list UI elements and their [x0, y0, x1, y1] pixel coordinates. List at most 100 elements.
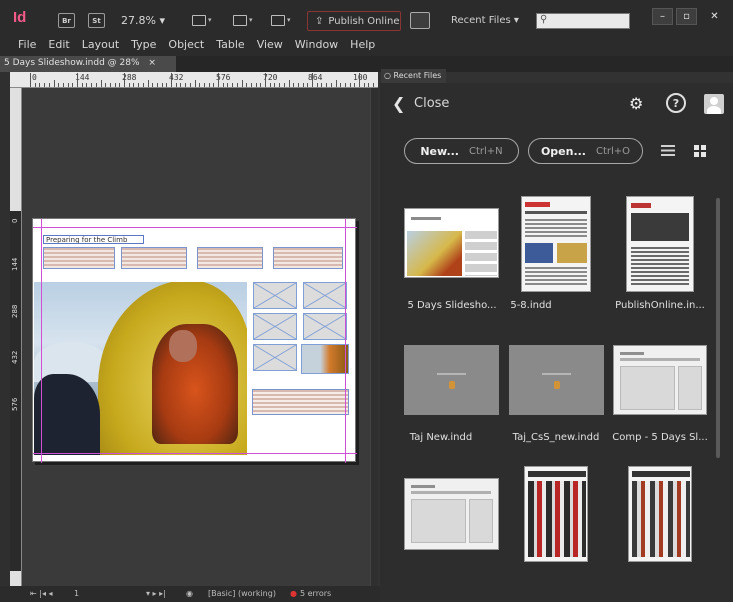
- file-thumbnail[interactable]: [404, 208, 499, 278]
- screen-mode-dropdown[interactable]: ▾: [233, 13, 253, 27]
- list-view-icon[interactable]: [661, 145, 675, 156]
- menu-table[interactable]: Table: [216, 38, 244, 56]
- body-text-frame[interactable]: [197, 247, 263, 269]
- ruler-tick: [312, 73, 313, 87]
- file-thumbnail[interactable]: [628, 466, 692, 562]
- body-text-frame[interactable]: [273, 247, 343, 269]
- headline-frame[interactable]: Preparing for the Climb: [43, 235, 144, 244]
- publish-dashboard-button[interactable]: [410, 12, 430, 29]
- page-nav-next-icon[interactable]: ▾ ▸ ▸|: [146, 589, 166, 598]
- file-thumbnail[interactable]: [626, 196, 694, 292]
- menu-help[interactable]: Help: [350, 38, 375, 56]
- ruler-tick: [363, 83, 365, 87]
- ruler-tick: [189, 83, 191, 87]
- gear-icon[interactable]: ⚙: [629, 94, 643, 113]
- vertical-ruler[interactable]: 0 144 288 432 576: [10, 88, 22, 596]
- file-name[interactable]: 5-8.indd: [476, 300, 586, 311]
- preflight-profile[interactable]: [Basic] (working): [208, 589, 276, 598]
- zoom-level[interactable]: 27.8% ▾: [121, 14, 165, 27]
- recent-files-dropdown[interactable]: Recent Files ▾: [451, 15, 519, 26]
- small-photo-frame[interactable]: [301, 344, 349, 374]
- file-name[interactable]: PublishOnline.in...: [605, 300, 715, 311]
- ruler-tick: [30, 73, 31, 87]
- vertical-ruler-label: 144: [11, 257, 19, 271]
- document-tab[interactable]: 5 Days Slideshow.indd @ 28% ×: [0, 56, 176, 72]
- menu-edit[interactable]: Edit: [48, 38, 69, 56]
- ruler-tick: [208, 83, 210, 87]
- open-document-button[interactable]: Open... Ctrl+O: [528, 138, 643, 164]
- menu-window[interactable]: Window: [295, 38, 338, 56]
- image-placeholder-frame[interactable]: [303, 282, 347, 309]
- ruler-tick: [250, 83, 252, 87]
- ruler-tick: [180, 83, 182, 87]
- image-placeholder-frame[interactable]: [303, 313, 347, 340]
- maximize-button[interactable]: ▫: [676, 8, 697, 25]
- ruler-tick: [53, 80, 55, 87]
- file-thumbnail[interactable]: [521, 196, 591, 292]
- horizontal-ruler[interactable]: 0 144 288 432 576 720 864 100: [10, 72, 378, 88]
- body-text-frame[interactable]: [121, 247, 187, 269]
- arrange-documents-icon: [271, 14, 285, 26]
- close-panel-button[interactable]: Close: [414, 96, 449, 111]
- close-window-button[interactable]: ✕: [704, 8, 725, 25]
- arrange-documents-dropdown[interactable]: ▾: [271, 13, 291, 27]
- preflight-errors[interactable]: 5 errors: [300, 589, 331, 598]
- ruler-tick: [269, 83, 271, 87]
- close-tab-icon[interactable]: ×: [148, 58, 156, 68]
- file-name[interactable]: Comp - 5 Days Sl...: [605, 432, 715, 443]
- image-placeholder-frame[interactable]: [253, 344, 297, 371]
- stock-button[interactable]: St: [88, 13, 105, 28]
- application-bar: Id Br St 27.8% ▾ ▾ ▾ ▾ ⇪ Publish Online …: [0, 0, 733, 38]
- image-placeholder-frame[interactable]: [253, 282, 297, 309]
- search-input[interactable]: ⚲: [536, 13, 630, 29]
- document-page[interactable]: Preparing for the Climb: [32, 218, 357, 463]
- image-placeholder-frame[interactable]: [253, 313, 297, 340]
- view-options-dropdown[interactable]: ▾: [192, 13, 212, 27]
- ruler-tick: [44, 83, 46, 87]
- recent-files-panel-tab[interactable]: ○ Recent Files: [381, 69, 446, 83]
- file-thumbnail[interactable]: [509, 345, 604, 415]
- bridge-button[interactable]: Br: [58, 13, 75, 28]
- file-thumbnail[interactable]: [524, 466, 588, 562]
- ruler-tick: [156, 83, 158, 87]
- back-chevron-icon[interactable]: ❮: [392, 94, 405, 113]
- help-icon[interactable]: ?: [666, 93, 686, 113]
- first-page-icon[interactable]: ⇤ |◂ ◂: [30, 589, 53, 598]
- ruler-tick: [171, 73, 172, 87]
- menu-view[interactable]: View: [257, 38, 283, 56]
- file-name[interactable]: Taj New.indd: [386, 432, 496, 443]
- vertical-ruler-label: 0: [11, 218, 19, 223]
- new-document-button[interactable]: New... Ctrl+N: [404, 138, 519, 164]
- ruler-tick: [288, 80, 290, 87]
- ruler-tick: [316, 83, 318, 87]
- file-name[interactable]: Taj_CsS_new.indd: [501, 432, 611, 443]
- menu-layout[interactable]: Layout: [82, 38, 119, 56]
- file-thumbnail[interactable]: [404, 478, 499, 550]
- page-number-field[interactable]: 1: [74, 589, 79, 598]
- body-text-frame[interactable]: [43, 247, 115, 269]
- ruler-tick: [373, 83, 375, 87]
- canvas-vertical-scrollbar[interactable]: [370, 88, 378, 586]
- file-thumbnail[interactable]: [404, 345, 499, 415]
- ruler-tick: [147, 80, 149, 87]
- caption-text-frame[interactable]: [252, 389, 349, 415]
- menu-type[interactable]: Type: [131, 38, 156, 56]
- indesign-logo: Id: [13, 9, 27, 26]
- document-tab-bar: 5 Days Slideshow.indd @ 28% ×: [0, 56, 380, 72]
- climber-photo[interactable]: [34, 282, 247, 455]
- publish-online-button[interactable]: ⇪ Publish Online: [307, 11, 401, 31]
- ruler-tick: [354, 83, 356, 87]
- search-icon: ⚲: [540, 14, 548, 25]
- menu-object[interactable]: Object: [168, 38, 204, 56]
- minimize-button[interactable]: –: [652, 8, 673, 25]
- open-page-icon[interactable]: ◉: [186, 589, 193, 598]
- grid-view-icon[interactable]: [694, 145, 706, 157]
- user-icon[interactable]: [704, 94, 724, 114]
- file-thumbnail[interactable]: [613, 345, 707, 415]
- panel-scrollbar[interactable]: [716, 198, 720, 458]
- ruler-tick: [67, 83, 69, 87]
- menu-file[interactable]: File: [18, 38, 36, 56]
- vertical-ruler-label: 288: [11, 304, 19, 318]
- ruler-tick: [265, 73, 266, 87]
- ruler-tick: [218, 73, 219, 87]
